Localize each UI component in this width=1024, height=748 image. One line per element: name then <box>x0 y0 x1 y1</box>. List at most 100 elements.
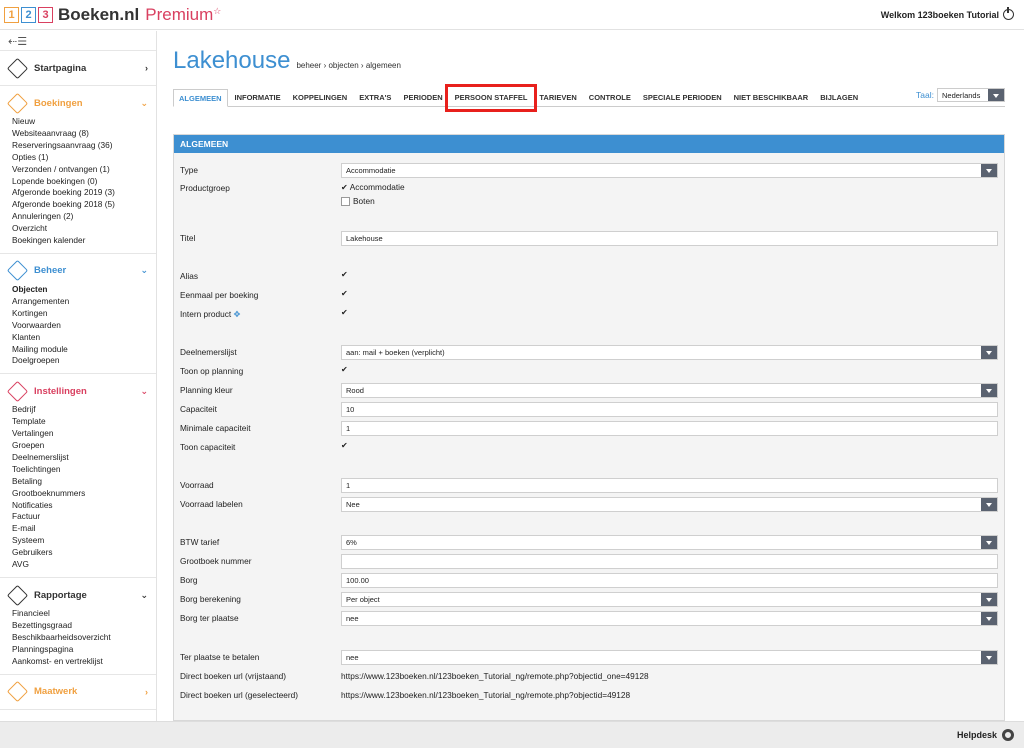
sidebar-item[interactable]: Klanten <box>12 332 156 344</box>
sidebar-item[interactable]: Beschikbaarheidsoverzicht <box>12 632 156 644</box>
sidebar-item[interactable]: Grootboeknummers <box>12 488 156 500</box>
voorraad-labelen-label: Voorraad labelen <box>180 499 243 509</box>
tab-extra-s[interactable]: EXTRA'S <box>354 89 396 107</box>
main-content: Lakehouse beheer › objecten › algemeen A… <box>158 31 1024 721</box>
user-menu[interactable]: Welkom 123boeken Tutorial <box>881 7 1014 20</box>
tab-informatie[interactable]: INFORMATIE <box>230 89 286 107</box>
menu-collapse-icon[interactable]: ⇠☰ <box>0 31 156 51</box>
sidebar-item[interactable]: Template <box>12 416 156 428</box>
sidebar-item[interactable]: Systeem <box>12 535 156 547</box>
voorraad-input[interactable]: 1 <box>341 478 998 493</box>
power-icon[interactable] <box>1003 7 1014 20</box>
sidebar-item[interactable]: Planningspagina <box>12 644 156 656</box>
checkbox-icon[interactable] <box>341 196 350 206</box>
sidebar-section-title: Boekingen <box>34 97 83 109</box>
sidebar-item[interactable]: Nieuw <box>12 116 156 128</box>
sidebar-item[interactable]: Opties (1) <box>12 152 156 164</box>
sidebar-section-header[interactable]: Boekingen ⌄ <box>0 92 156 114</box>
toon-planning-checkbox[interactable]: ✔ <box>341 365 350 374</box>
sidebar-item[interactable]: Verzonden / ontvangen (1) <box>12 164 156 176</box>
planning-kleur-value: Rood <box>346 386 364 395</box>
sidebar-item[interactable]: Afgeronde boeking 2019 (3) <box>12 187 156 199</box>
voorraad-labelen-select[interactable]: Nee <box>341 497 998 512</box>
sidebar-item[interactable]: Lopende boekingen (0) <box>12 176 156 188</box>
language-select[interactable]: Nederlands <box>937 88 1005 102</box>
planning-kleur-select[interactable]: Rood <box>341 383 998 398</box>
sidebar-item[interactable]: Objecten <box>12 284 156 296</box>
sidebar-item[interactable]: Reserveringsaanvraag (36) <box>12 140 156 152</box>
productgroep-option-boten[interactable]: Boten <box>341 196 375 206</box>
toon-capaciteit-checkbox[interactable]: ✔ <box>341 441 350 450</box>
row-eenmaal: Eenmaal per boeking ✔ <box>180 288 1000 303</box>
tab-algemeen[interactable]: ALGEMEEN <box>173 89 228 107</box>
tab-niet-beschikbaar[interactable]: NIET BESCHIKBAAR <box>729 89 814 107</box>
sidebar-item[interactable]: Betaling <box>12 476 156 488</box>
tab-bijlagen[interactable]: BIJLAGEN <box>815 89 863 107</box>
borg-berekening-select[interactable]: Per object <box>341 592 998 607</box>
sidebar-section-header[interactable]: Startpagina › <box>0 57 156 79</box>
chevron-icon: ⌄ <box>140 265 148 276</box>
sidebar-item[interactable]: Bedrijf <box>12 404 156 416</box>
sidebar-item[interactable]: Gebruikers <box>12 547 156 559</box>
sidebar-item[interactable]: Websiteaanvraag (8) <box>12 128 156 140</box>
sidebar-item[interactable]: Overzicht <box>12 223 156 235</box>
page-title: Lakehouse <box>173 47 291 74</box>
sidebar-item[interactable]: Voorwaarden <box>12 320 156 332</box>
sidebar-section-header[interactable]: Instellingen ⌄ <box>0 380 156 402</box>
sidebar-item[interactable]: Vertalingen <box>12 428 156 440</box>
type-select[interactable]: Accommodatie <box>341 163 998 178</box>
sidebar-item[interactable]: Aankomst- en vertreklijst <box>12 656 156 668</box>
sidebar-item[interactable]: AVG <box>12 559 156 571</box>
borg-input[interactable]: 100.00 <box>341 573 998 588</box>
tab-perioden[interactable]: PERIODEN <box>398 89 447 107</box>
sidebar-item[interactable]: Mailing module <box>12 344 156 356</box>
btw-select[interactable]: 6% <box>341 535 998 550</box>
ter-plaatse-betalen-select[interactable]: nee <box>341 650 998 665</box>
borg-berekening-value: Per object <box>346 595 380 604</box>
url-sel-value[interactable]: https://www.123boeken.nl/123boeken_Tutor… <box>341 690 630 700</box>
tab-speciale-perioden[interactable]: SPECIALE PERIODEN <box>638 89 727 107</box>
star-icon: ☆ <box>213 5 222 16</box>
eenmaal-checkbox[interactable]: ✔ <box>341 289 350 298</box>
sidebar-section-header[interactable]: Maatwerk › <box>0 680 156 703</box>
deelnemerslijst-select[interactable]: aan: mail + boeken (verplicht) <box>341 345 998 360</box>
url-vrij-value[interactable]: https://www.123boeken.nl/123boeken_Tutor… <box>341 671 649 681</box>
capaciteit-input[interactable]: 10 <box>341 402 998 417</box>
language-selector: Taal: Nederlands <box>916 88 1005 102</box>
sidebar-item[interactable]: Bezettingsgraad <box>12 620 156 632</box>
min-capaciteit-input[interactable]: 1 <box>341 421 998 436</box>
sidebar-section-header[interactable]: Beheer ⌄ <box>0 260 156 282</box>
titel-input[interactable]: Lakehouse <box>341 231 998 246</box>
logo[interactable]: 1 2 3 Boeken.nl Premium ☆ <box>4 5 221 25</box>
sidebar-section-header[interactable]: Rapportage ⌄ <box>0 584 156 606</box>
sidebar-item[interactable]: Factuur <box>12 511 156 523</box>
productgroep-option-accommodatie[interactable]: ✔ Accommodatie <box>341 182 405 192</box>
tab-persoon-staffel[interactable]: PERSOON STAFFEL <box>444 84 538 112</box>
chevron-down-icon <box>981 346 997 359</box>
chevron-icon: ⌄ <box>140 589 148 600</box>
sidebar-item[interactable]: Afgeronde boeking 2018 (5) <box>12 199 156 211</box>
sidebar-item[interactable]: Kortingen <box>12 308 156 320</box>
sidebar-item[interactable]: Toelichtingen <box>12 464 156 476</box>
toon-capaciteit-label: Toon capaciteit <box>180 442 236 452</box>
intern-checkbox[interactable]: ✔ <box>341 308 350 317</box>
sidebar-item[interactable]: Financieel <box>12 608 156 620</box>
grootboek-input[interactable] <box>341 554 998 569</box>
sidebar-item[interactable]: Deelnemerslijst <box>12 452 156 464</box>
helpdesk-button[interactable]: Helpdesk <box>957 726 1017 744</box>
tab-koppelingen[interactable]: KOPPELINGEN <box>288 89 353 107</box>
info-icon[interactable]: ✥ <box>234 309 241 319</box>
sidebar-item[interactable]: Arrangementen <box>12 296 156 308</box>
breadcrumb[interactable]: beheer › objecten › algemeen <box>296 61 401 70</box>
row-grootboek: Grootboek nummer <box>180 554 1000 569</box>
sidebar-item[interactable]: Groepen <box>12 440 156 452</box>
tab-controle[interactable]: CONTROLE <box>584 89 636 107</box>
tab-tarieven[interactable]: TARIEVEN <box>534 89 581 107</box>
sidebar-item[interactable]: Annuleringen (2) <box>12 211 156 223</box>
borg-ter-plaatse-select[interactable]: nee <box>341 611 998 626</box>
sidebar-item[interactable]: E-mail <box>12 523 156 535</box>
sidebar-item[interactable]: Notificaties <box>12 500 156 512</box>
sidebar-item[interactable]: Boekingen kalender <box>12 235 156 247</box>
sidebar-item[interactable]: Doelgroepen <box>12 355 156 367</box>
alias-checkbox[interactable]: ✔ <box>341 270 350 279</box>
